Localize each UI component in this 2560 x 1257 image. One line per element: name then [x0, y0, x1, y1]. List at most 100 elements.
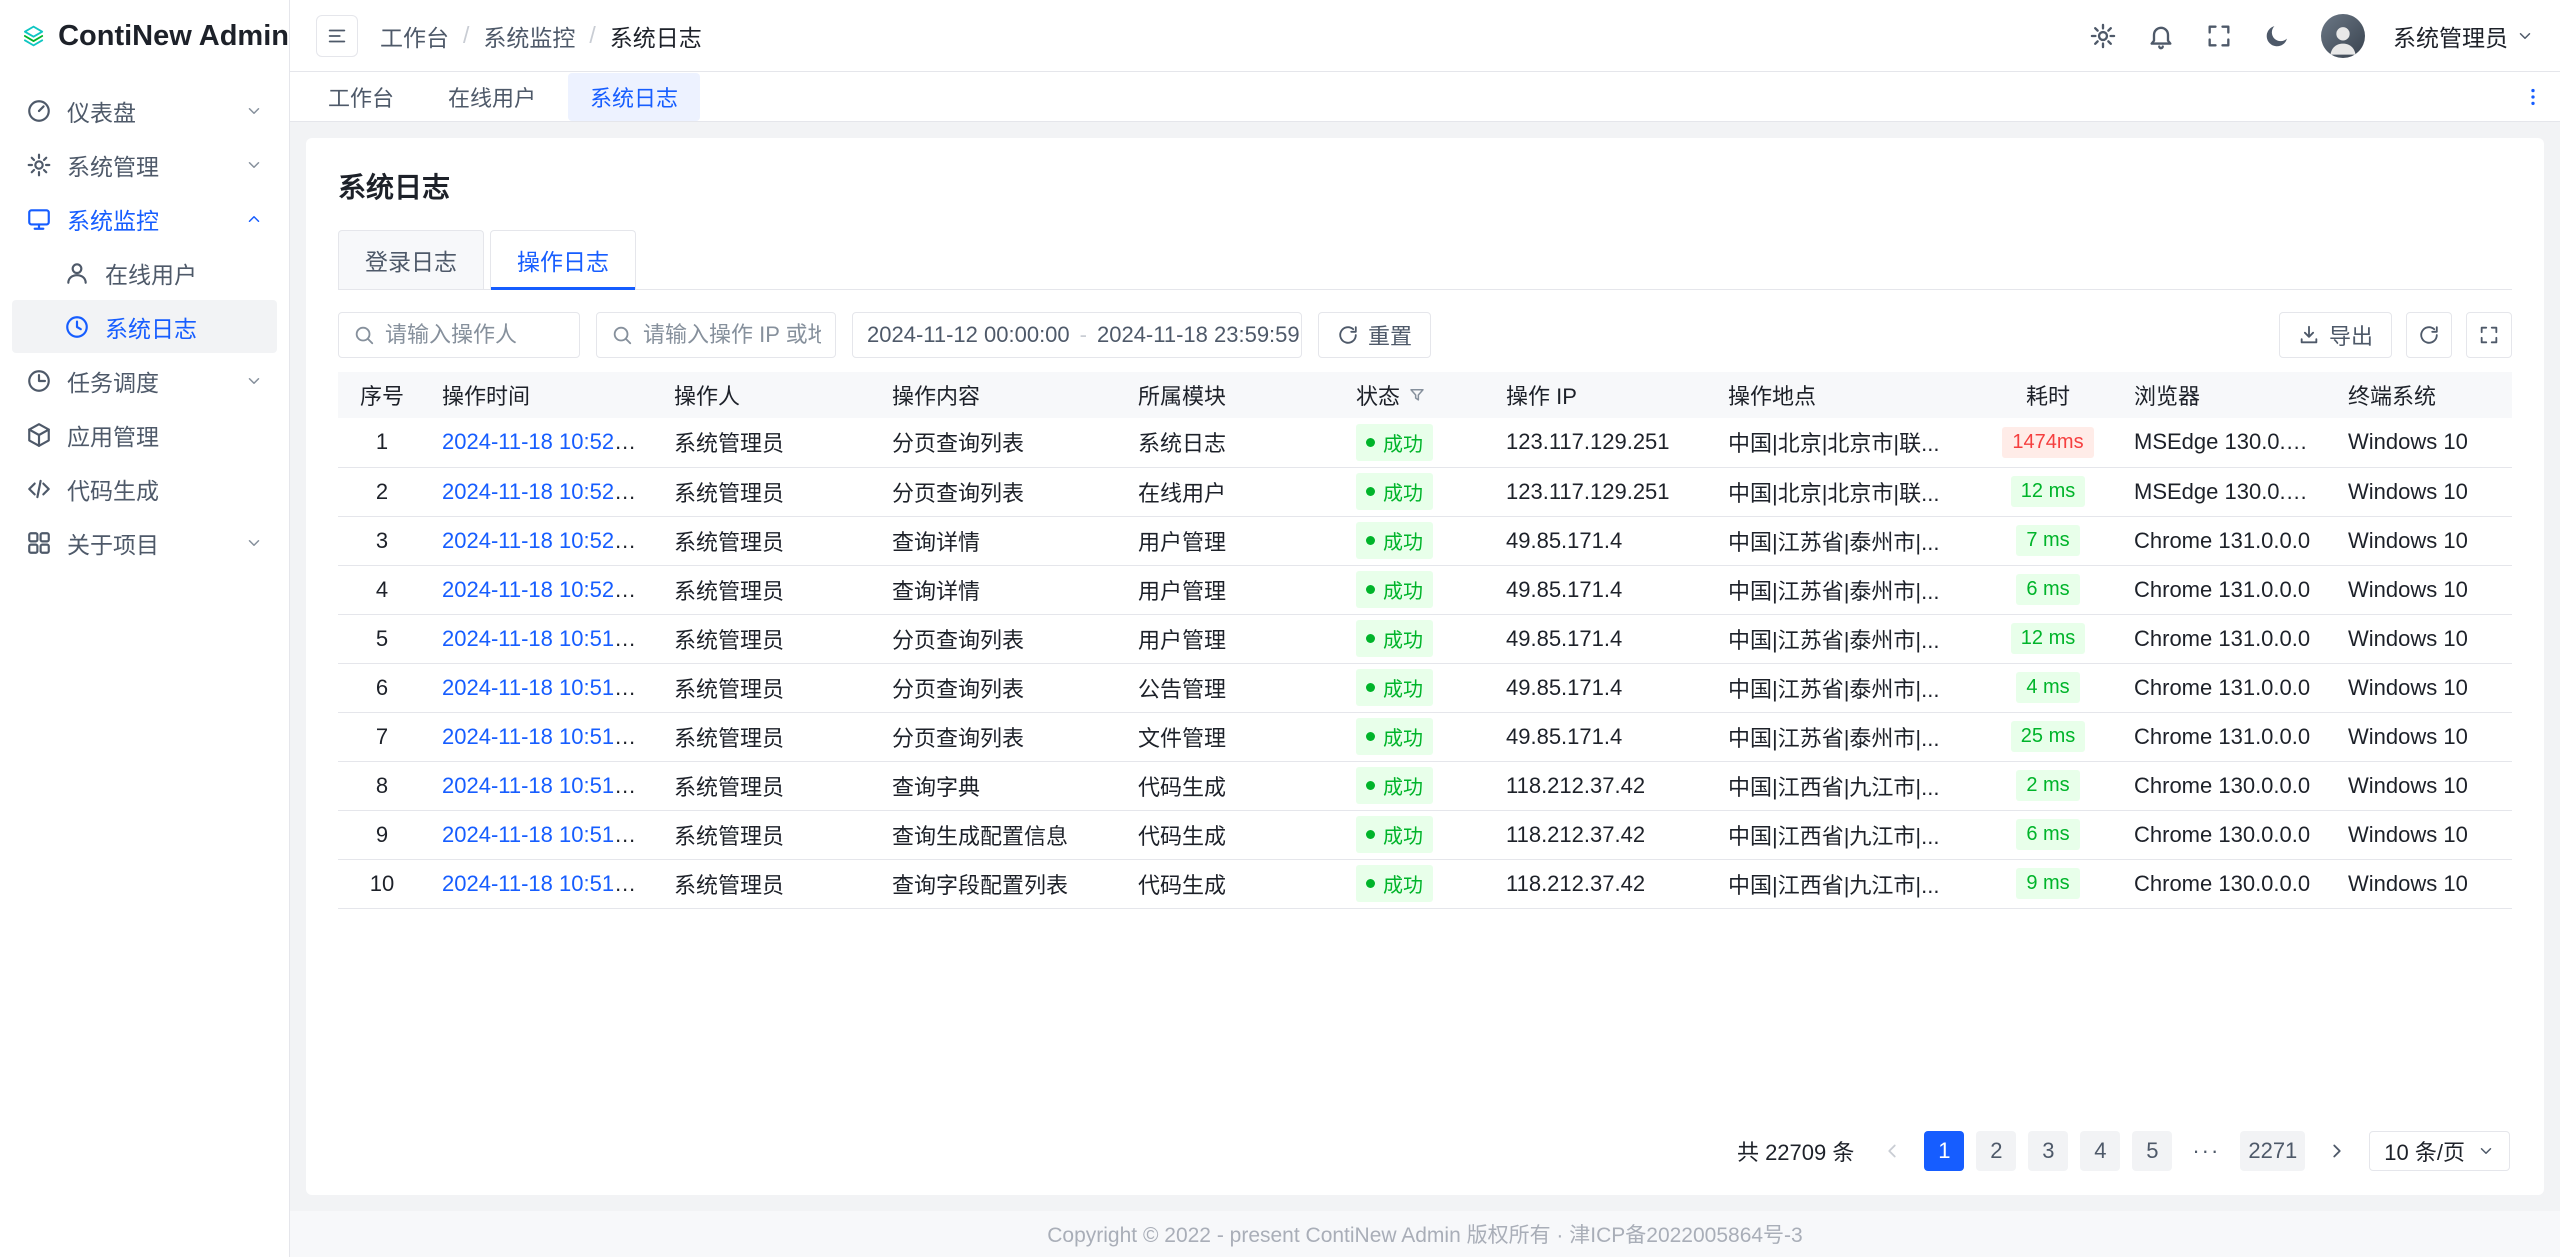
sidebar-item-about-project[interactable]: 关于项目: [12, 516, 277, 569]
log-time-link[interactable]: 2024-11-18 10:51:49: [442, 871, 645, 896]
cell-index: 3: [338, 516, 426, 565]
log-time-link[interactable]: 2024-11-18 10:52:05: [442, 577, 645, 602]
tab-operation-log[interactable]: 操作日志: [490, 230, 636, 289]
tabs-more-button[interactable]: [2522, 86, 2544, 108]
pagination-next-button[interactable]: [2317, 1131, 2357, 1171]
sidebar-item-system-monitor[interactable]: 系统监控: [12, 192, 277, 245]
cell-module: 代码生成: [1122, 761, 1340, 810]
settings-button[interactable]: [2089, 21, 2119, 51]
search-icon: [611, 324, 633, 346]
pagination-page-2[interactable]: 2: [1976, 1131, 2016, 1171]
log-time-link[interactable]: 2024-11-18 10:51:50: [442, 773, 645, 798]
sidebar-item-code-generation[interactable]: 代码生成: [12, 462, 277, 515]
cell-content: 分页查询列表: [876, 614, 1122, 663]
table-row: 32024-11-18 10:52:12系统管理员查询详情用户管理成功49.85…: [338, 516, 2512, 565]
search-icon: [353, 324, 375, 346]
table-row: 12024-11-18 10:52:55系统管理员分页查询列表系统日志成功123…: [338, 418, 2512, 467]
tab-online-users[interactable]: 在线用户: [426, 73, 558, 121]
cell-content: 分页查询列表: [876, 418, 1122, 467]
cell-ip: 118.212.37.42: [1490, 810, 1712, 859]
tab-workbench[interactable]: 工作台: [306, 73, 416, 121]
status-dot-icon: [1366, 879, 1375, 888]
table-row: 22024-11-18 10:52:47系统管理员分页查询列表在线用户成功123…: [338, 467, 2512, 516]
cell-module: 代码生成: [1122, 859, 1340, 908]
reset-button[interactable]: 重置: [1318, 312, 1431, 358]
sidebar-item-system-management[interactable]: 系统管理: [12, 138, 277, 191]
breadcrumb-item[interactable]: 系统监控: [483, 19, 575, 53]
person-icon: [2323, 18, 2363, 58]
export-button[interactable]: 导出: [2279, 312, 2392, 358]
theme-toggle-button[interactable]: [2263, 21, 2293, 51]
pagination: 共 22709 条 12345···2271 10 条/页: [338, 1109, 2512, 1179]
cell-status: 成功: [1340, 614, 1490, 663]
refresh-icon: [1337, 324, 1359, 346]
log-time-link[interactable]: 2024-11-18 10:52:12: [442, 528, 645, 553]
cell-duration: 6 ms: [1978, 810, 2118, 859]
ip-search-field[interactable]: [596, 312, 836, 358]
cell-os: Windows 10: [2332, 761, 2512, 810]
user-menu[interactable]: 系统管理员: [2393, 19, 2534, 53]
tab-login-log[interactable]: 登录日志: [338, 230, 484, 289]
dashboard-icon: [26, 98, 52, 124]
operator-search-input[interactable]: [385, 322, 565, 348]
sidebar-item-system-log[interactable]: 系统日志: [12, 300, 277, 353]
pagination-prev-button[interactable]: [1872, 1131, 1912, 1171]
cell-index: 8: [338, 761, 426, 810]
header-actions: 系统管理员: [2089, 14, 2534, 58]
log-time-link[interactable]: 2024-11-18 10:51:49: [442, 822, 645, 847]
sidebar-item-dashboard[interactable]: 仪表盘: [12, 84, 277, 137]
cell-status: 成功: [1340, 810, 1490, 859]
avatar[interactable]: [2321, 14, 2365, 58]
pagination-page-1[interactable]: 1: [1924, 1131, 1964, 1171]
log-time-link[interactable]: 2024-11-18 10:52:55: [442, 429, 645, 454]
fullscreen-icon: [2478, 324, 2500, 346]
cell-content: 查询字段配置列表: [876, 859, 1122, 908]
date-range-picker[interactable]: 2024-11-12 00:00:00 - 2024-11-18 23:59:5…: [852, 312, 1302, 358]
tab-system-log[interactable]: 系统日志: [568, 73, 700, 121]
page-size-select[interactable]: 10 条/页: [2369, 1131, 2510, 1171]
app-logo[interactable]: ContiNew Admin: [0, 0, 289, 72]
table-fullscreen-button[interactable]: [2466, 312, 2512, 358]
col-status: 状态: [1340, 372, 1490, 418]
log-time-link[interactable]: 2024-11-18 10:52:47: [442, 479, 645, 504]
chevron-down-icon: [245, 534, 263, 552]
status-dot-icon: [1366, 634, 1375, 643]
export-button-label: 导出: [2329, 319, 2373, 351]
cell-ip: 118.212.37.42: [1490, 859, 1712, 908]
pagination-page-5[interactable]: 5: [2132, 1131, 2172, 1171]
cell-location: 中国|江苏省|泰州市|...: [1712, 614, 1978, 663]
log-time-link[interactable]: 2024-11-18 10:51:55: [442, 626, 645, 651]
cell-time: 2024-11-18 10:52:12: [426, 516, 658, 565]
status-dot-icon: [1366, 732, 1375, 741]
pagination-page-3[interactable]: 3: [2028, 1131, 2068, 1171]
sidebar-item-label: 系统日志: [105, 310, 263, 344]
cell-operator: 系统管理员: [658, 516, 876, 565]
monitor-icon: [26, 206, 52, 232]
sidebar-item-label: 在线用户: [105, 256, 263, 290]
table-row: 92024-11-18 10:51:49系统管理员查询生成配置信息代码生成成功1…: [338, 810, 2512, 859]
pagination-page-2271[interactable]: 2271: [2240, 1131, 2305, 1171]
cell-ip: 123.117.129.251: [1490, 467, 1712, 516]
sidebar: ContiNew Admin 仪表盘 系统管理 系统监控 在线用户 系统日志 任: [0, 0, 290, 1257]
breadcrumb-separator: /: [589, 22, 595, 49]
notifications-button[interactable]: [2147, 21, 2177, 51]
breadcrumb: 工作台 / 系统监控 / 系统日志: [380, 19, 702, 53]
cell-time: 2024-11-18 10:52:55: [426, 418, 658, 467]
sidebar-item-online-users[interactable]: 在线用户: [12, 246, 277, 299]
pagination-page-4[interactable]: 4: [2080, 1131, 2120, 1171]
pagination-ellipsis[interactable]: ···: [2184, 1131, 2228, 1171]
col-location: 操作地点: [1712, 372, 1978, 418]
chevron-right-icon: [2326, 1140, 2348, 1162]
sidebar-item-app-management[interactable]: 应用管理: [12, 408, 277, 461]
fullscreen-button[interactable]: [2205, 21, 2235, 51]
sidebar-item-task-schedule[interactable]: 任务调度: [12, 354, 277, 407]
operator-search-field[interactable]: [338, 312, 580, 358]
log-time-link[interactable]: 2024-11-18 10:51:52: [442, 724, 645, 749]
filter-icon[interactable]: [1408, 386, 1426, 404]
ip-search-input[interactable]: [643, 322, 821, 348]
sidebar-collapse-button[interactable]: [316, 15, 358, 57]
breadcrumb-item[interactable]: 工作台: [380, 19, 449, 53]
refresh-table-button[interactable]: [2406, 312, 2452, 358]
log-time-link[interactable]: 2024-11-18 10:51:53: [442, 675, 645, 700]
cell-os: Windows 10: [2332, 565, 2512, 614]
